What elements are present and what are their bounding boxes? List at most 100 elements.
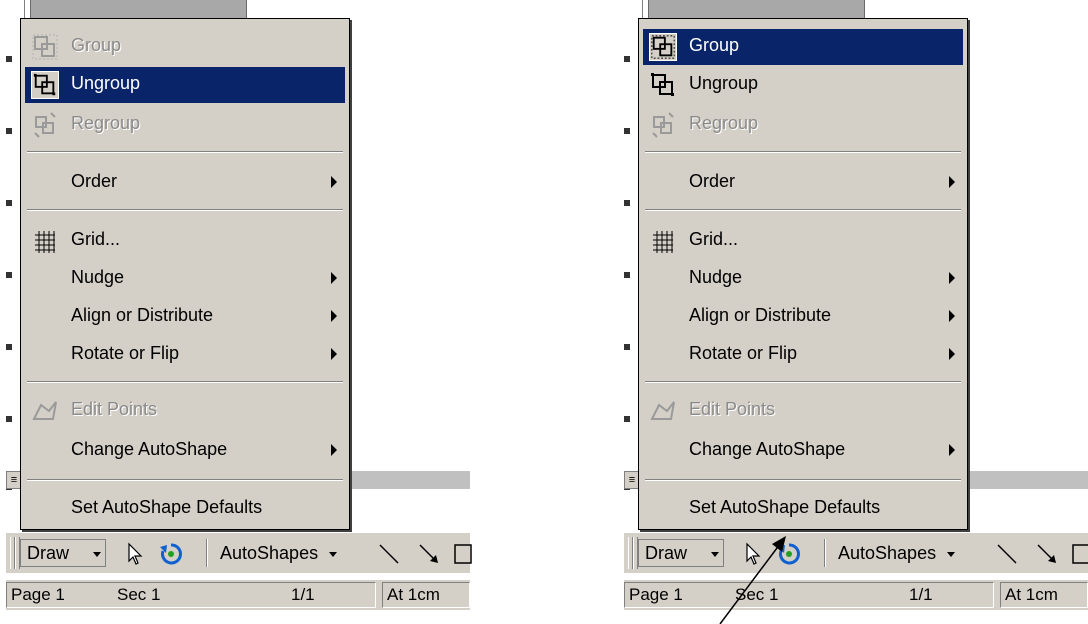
menu-item-label: Rotate or Flip: [689, 343, 798, 363]
submenu-arrow-icon: [331, 310, 337, 322]
select-objects-arrow-icon[interactable]: [122, 541, 148, 567]
menu-item-ungroup[interactable]: Ungroup: [25, 67, 345, 103]
autoshapes-label: AutoShapes: [838, 543, 937, 563]
submenu-arrow-icon: [949, 348, 955, 360]
status-pane-page: Page 1 Sec 1 1/1: [624, 582, 994, 608]
menu-item-label: Edit Points: [71, 399, 158, 419]
chevron-down-icon: [329, 551, 338, 557]
regroup-icon: [34, 112, 56, 138]
menu-item-label: Order: [71, 171, 118, 191]
status-page: Page 1: [11, 585, 65, 604]
free-rotate-icon[interactable]: [158, 541, 184, 567]
menu-item-label: Ungroup: [71, 73, 141, 93]
line-tool-icon[interactable]: [994, 541, 1020, 567]
menu-item-label: Grid...: [71, 229, 121, 249]
toolbar-separator: [824, 539, 826, 567]
status-bar: Page 1 Sec 1 1/1 At 1cm: [624, 580, 1088, 610]
autoshapes-menu-button[interactable]: AutoShapes: [220, 539, 360, 567]
grid-icon: [653, 231, 673, 253]
menu-separator: [645, 151, 961, 153]
vertical-ruler: [6, 0, 12, 490]
menu-separator: [645, 209, 961, 211]
menu-item-label: Edit Points: [689, 399, 776, 419]
menu-item-nudge[interactable]: Nudge: [25, 261, 345, 297]
menu-item-label: Align or Distribute: [689, 305, 832, 325]
menu-item-set-defaults[interactable]: Set AutoShape Defaults: [643, 491, 963, 527]
arrow-tool-icon[interactable]: [416, 541, 442, 567]
status-position: At 1cm: [1005, 585, 1058, 604]
menu-item-label: Regroup: [71, 113, 141, 133]
rectangle-tool-icon[interactable]: [1070, 541, 1088, 567]
menu-item-change-autoshape[interactable]: Change AutoShape: [25, 433, 345, 469]
draw-label: Draw: [645, 543, 688, 563]
vertical-ruler: [624, 0, 630, 490]
menu-item-edit-points[interactable]: Edit Points: [643, 393, 963, 429]
menu-item-align-distribute[interactable]: Align or Distribute: [25, 299, 345, 335]
menu-item-label: Group: [71, 35, 122, 55]
group-icon: [32, 34, 58, 60]
submenu-arrow-icon: [949, 272, 955, 284]
autoshapes-menu-button[interactable]: AutoShapes: [838, 539, 978, 567]
status-page-count: 1/1: [909, 585, 933, 604]
menu-item-regroup[interactable]: Regroup: [25, 107, 345, 143]
screenshot-left: ≡ Group Ungroup Regroup Order Grid... Nu…: [0, 0, 472, 624]
menu-item-label: Nudge: [71, 267, 125, 287]
grid-icon: [35, 231, 55, 253]
menu-item-label: Nudge: [689, 267, 743, 287]
status-page: Page 1: [629, 585, 683, 604]
menu-item-set-defaults[interactable]: Set AutoShape Defaults: [25, 491, 345, 527]
status-pane-page: Page 1 Sec 1 1/1: [6, 582, 376, 608]
menu-item-group[interactable]: Group: [643, 29, 963, 65]
submenu-arrow-icon: [949, 176, 955, 188]
menu-item-label: Set AutoShape Defaults: [689, 497, 881, 517]
drawing-toolbar: Draw AutoShapes: [624, 532, 1088, 573]
arrow-tool-icon[interactable]: [1034, 541, 1060, 567]
drawing-toolbar: Draw AutoShapes: [6, 532, 472, 573]
autoshapes-label: AutoShapes: [220, 543, 319, 563]
menu-item-label: Regroup: [689, 113, 759, 133]
menu-item-edit-points[interactable]: Edit Points: [25, 393, 345, 429]
menu-separator: [27, 479, 343, 481]
menu-item-ungroup[interactable]: Ungroup: [643, 67, 963, 103]
menu-item-rotate-flip[interactable]: Rotate or Flip: [25, 337, 345, 373]
status-section: Sec 1: [117, 585, 161, 604]
menu-item-rotate-flip[interactable]: Rotate or Flip: [643, 337, 963, 373]
menu-item-grid[interactable]: Grid...: [25, 223, 345, 259]
submenu-arrow-icon: [331, 348, 337, 360]
menu-item-nudge[interactable]: Nudge: [643, 261, 963, 297]
submenu-arrow-icon: [331, 176, 337, 188]
draw-menu-button[interactable]: Draw: [20, 539, 106, 567]
draw-context-menu: Group Ungroup Regroup Order Grid... Nudg…: [638, 18, 968, 530]
edit-points-icon: [32, 401, 57, 420]
ungroup-icon: [651, 73, 674, 96]
menu-item-order[interactable]: Order: [25, 165, 345, 201]
menu-item-regroup[interactable]: Regroup: [643, 107, 963, 143]
chevron-down-icon: [93, 552, 101, 557]
menu-item-group[interactable]: Group: [25, 29, 345, 65]
status-page-count: 1/1: [291, 585, 315, 604]
menu-item-align-distribute[interactable]: Align or Distribute: [643, 299, 963, 335]
menu-separator: [27, 209, 343, 211]
menu-separator: [27, 381, 343, 383]
menu-item-label: Rotate or Flip: [71, 343, 180, 363]
window-tab: [648, 0, 865, 19]
line-tool-icon[interactable]: [376, 541, 402, 567]
menu-item-label: Order: [689, 171, 736, 191]
menu-separator: [27, 151, 343, 153]
menu-item-label: Change AutoShape: [689, 439, 846, 459]
ungroup-icon: [31, 71, 59, 99]
menu-item-change-autoshape[interactable]: Change AutoShape: [643, 433, 963, 469]
screenshot-right: ≡ Group Ungroup Regroup Order Grid... Nu…: [618, 0, 1088, 624]
regroup-icon: [652, 112, 674, 138]
menu-separator: [645, 381, 961, 383]
menu-item-label: Change AutoShape: [71, 439, 228, 459]
menu-item-grid[interactable]: Grid...: [643, 223, 963, 259]
chevron-down-icon: [947, 551, 956, 557]
menu-item-order[interactable]: Order: [643, 165, 963, 201]
rectangle-tool-icon[interactable]: [452, 541, 478, 567]
menu-item-label: Grid...: [689, 229, 739, 249]
status-pane-position: At 1cm: [1000, 582, 1088, 608]
draw-menu-button[interactable]: Draw: [638, 539, 724, 567]
toolbar-separator: [206, 539, 208, 567]
status-pane-position: At 1cm: [382, 582, 470, 608]
